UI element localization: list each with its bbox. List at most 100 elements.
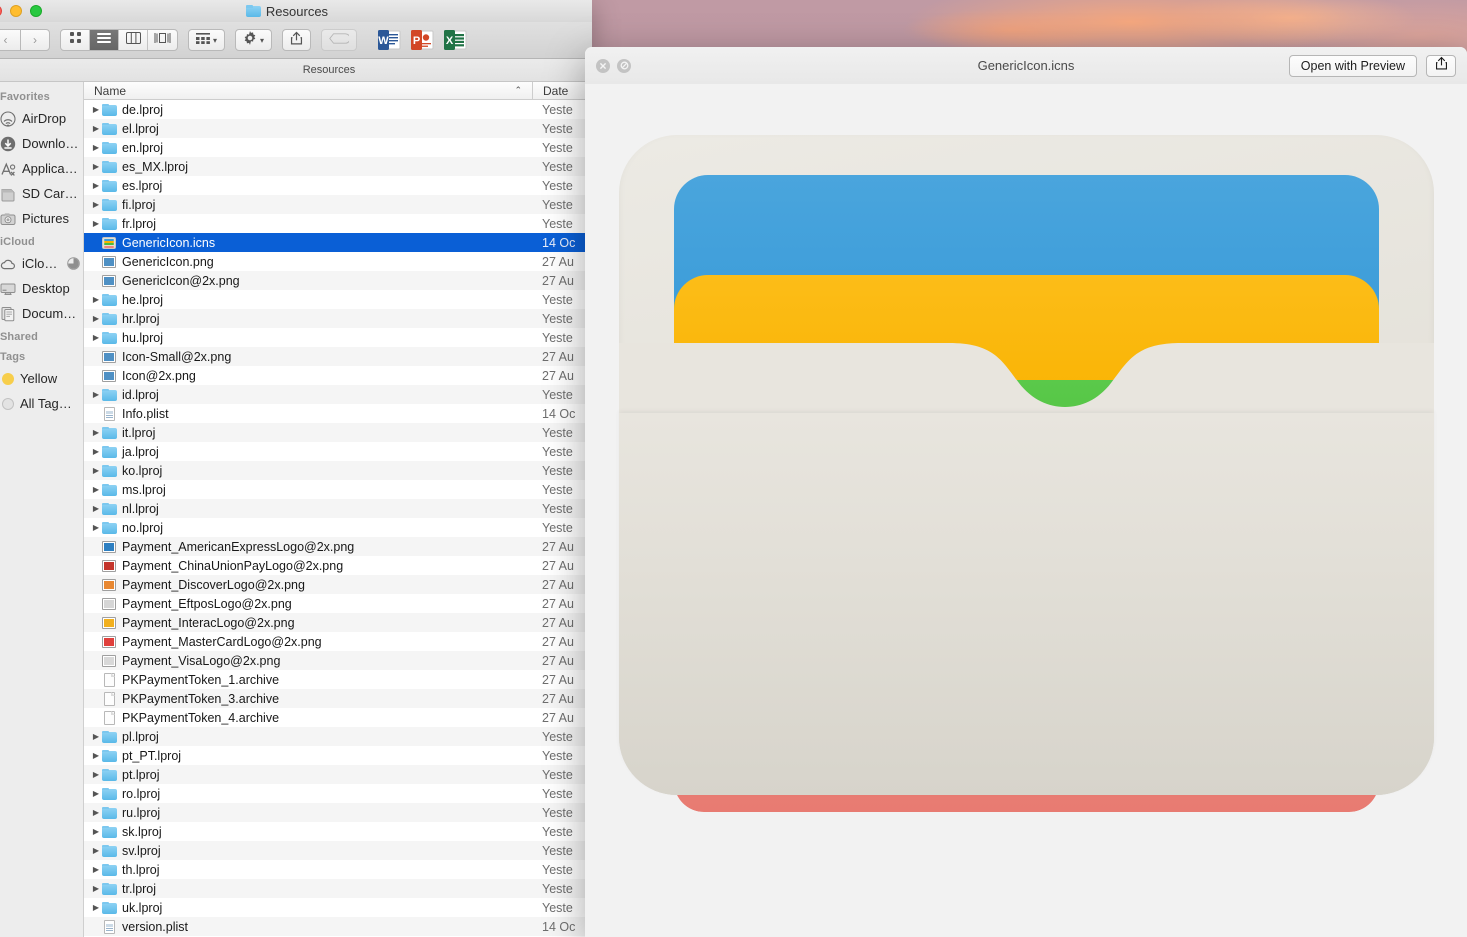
- excel-icon[interactable]: X: [443, 28, 467, 52]
- sidebar-item-pictures[interactable]: Pictures: [0, 206, 83, 231]
- table-row[interactable]: Icon-Small@2x.png 27 Au: [84, 347, 592, 366]
- table-row[interactable]: Icon@2x.png 27 Au: [84, 366, 592, 385]
- column-header-date[interactable]: Date: [532, 82, 592, 99]
- table-row[interactable]: ▶ ms.lproj Yeste: [84, 480, 592, 499]
- table-row[interactable]: ▶ de.lproj Yeste: [84, 100, 592, 119]
- minimize-window-button[interactable]: [10, 5, 22, 17]
- disclosure-triangle-icon[interactable]: ▶: [84, 295, 100, 304]
- table-row[interactable]: ▶ hr.lproj Yeste: [84, 309, 592, 328]
- table-row[interactable]: Payment_ChinaUnionPayLogo@2x.png 27 Au: [84, 556, 592, 575]
- disclosure-triangle-icon[interactable]: ▶: [84, 523, 100, 532]
- table-row[interactable]: ▶ fi.lproj Yeste: [84, 195, 592, 214]
- table-row[interactable]: ▶ es.lproj Yeste: [84, 176, 592, 195]
- table-row[interactable]: ▶ th.lproj Yeste: [84, 860, 592, 879]
- sidebar-item-sdcar[interactable]: SD Car…: [0, 181, 83, 206]
- forward-button[interactable]: ›: [20, 29, 50, 51]
- table-row[interactable]: ▶ no.lproj Yeste: [84, 518, 592, 537]
- coverflow-view-button[interactable]: [148, 30, 177, 50]
- disclosure-triangle-icon[interactable]: ▶: [84, 751, 100, 760]
- tags-button[interactable]: [321, 29, 358, 51]
- table-row[interactable]: ▶ pl.lproj Yeste: [84, 727, 592, 746]
- table-row[interactable]: ▶ id.lproj Yeste: [84, 385, 592, 404]
- table-row[interactable]: ▶ pt.lproj Yeste: [84, 765, 592, 784]
- table-row[interactable]: Payment_EftposLogo@2x.png 27 Au: [84, 594, 592, 613]
- sidebar-item-downlo[interactable]: Downlo…: [0, 131, 83, 156]
- disclosure-triangle-icon[interactable]: ▶: [84, 390, 100, 399]
- quicklook-fullscreen-button[interactable]: [617, 58, 631, 73]
- sidebar-item-applica[interactable]: Applica…: [0, 156, 83, 181]
- disclosure-triangle-icon[interactable]: ▶: [84, 162, 100, 171]
- table-row[interactable]: version.plist 14 Oc: [84, 917, 592, 936]
- table-row[interactable]: ▶ uk.lproj Yeste: [84, 898, 592, 917]
- disclosure-triangle-icon[interactable]: ▶: [84, 105, 100, 114]
- disclosure-triangle-icon[interactable]: ▶: [84, 428, 100, 437]
- disclosure-triangle-icon[interactable]: ▶: [84, 333, 100, 342]
- list-view-button[interactable]: [90, 30, 119, 50]
- table-row[interactable]: PKPaymentToken_4.archive 27 Au: [84, 708, 592, 727]
- zoom-window-button[interactable]: [30, 5, 42, 17]
- table-row[interactable]: ▶ sk.lproj Yeste: [84, 822, 592, 841]
- column-view-button[interactable]: [119, 30, 148, 50]
- sidebar-item-airdrop[interactable]: AirDrop: [0, 106, 83, 131]
- disclosure-triangle-icon[interactable]: ▶: [84, 447, 100, 456]
- word-icon[interactable]: W: [377, 28, 401, 52]
- column-header-name[interactable]: Name ⌃: [84, 84, 532, 98]
- table-row[interactable]: ▶ ru.lproj Yeste: [84, 803, 592, 822]
- table-row[interactable]: ▶ sv.lproj Yeste: [84, 841, 592, 860]
- table-row[interactable]: ▶ el.lproj Yeste: [84, 119, 592, 138]
- sidebar-item-docum[interactable]: Docum…: [0, 301, 83, 326]
- disclosure-triangle-icon[interactable]: ▶: [84, 865, 100, 874]
- table-row[interactable]: ▶ ja.lproj Yeste: [84, 442, 592, 461]
- table-row[interactable]: ▶ it.lproj Yeste: [84, 423, 592, 442]
- quicklook-close-button[interactable]: [596, 58, 610, 73]
- disclosure-triangle-icon[interactable]: ▶: [84, 181, 100, 190]
- table-row[interactable]: ▶ en.lproj Yeste: [84, 138, 592, 157]
- powerpoint-icon[interactable]: P: [410, 28, 434, 52]
- table-row[interactable]: ▶ pt_PT.lproj Yeste: [84, 746, 592, 765]
- table-row[interactable]: GenericIcon.icns 14 Oc: [84, 233, 592, 252]
- sidebar-item-desktop[interactable]: Desktop: [0, 276, 83, 301]
- disclosure-triangle-icon[interactable]: ▶: [84, 827, 100, 836]
- quicklook-share-button[interactable]: [1426, 54, 1456, 77]
- table-row[interactable]: ▶ ko.lproj Yeste: [84, 461, 592, 480]
- table-row[interactable]: PKPaymentToken_1.archive 27 Au: [84, 670, 592, 689]
- table-row[interactable]: Payment_DiscoverLogo@2x.png 27 Au: [84, 575, 592, 594]
- action-button[interactable]: ▾: [235, 29, 273, 51]
- table-row[interactable]: Payment_InteracLogo@2x.png 27 Au: [84, 613, 592, 632]
- table-row[interactable]: Payment_VisaLogo@2x.png 27 Au: [84, 651, 592, 670]
- arrange-button[interactable]: ▾: [188, 29, 226, 51]
- table-row[interactable]: GenericIcon.png 27 Au: [84, 252, 592, 271]
- table-row[interactable]: ▶ hu.lproj Yeste: [84, 328, 592, 347]
- disclosure-triangle-icon[interactable]: ▶: [84, 219, 100, 228]
- disclosure-triangle-icon[interactable]: ▶: [84, 314, 100, 323]
- disclosure-triangle-icon[interactable]: ▶: [84, 732, 100, 741]
- sidebar-item-iclo[interactable]: iClo…: [0, 251, 83, 276]
- close-window-button[interactable]: [0, 5, 2, 17]
- disclosure-triangle-icon[interactable]: ▶: [84, 466, 100, 475]
- disclosure-triangle-icon[interactable]: ▶: [84, 770, 100, 779]
- table-row[interactable]: Payment_MasterCardLogo@2x.png 27 Au: [84, 632, 592, 651]
- disclosure-triangle-icon[interactable]: ▶: [84, 789, 100, 798]
- table-row[interactable]: PKPaymentToken_3.archive 27 Au: [84, 689, 592, 708]
- table-row[interactable]: GenericIcon@2x.png 27 Au: [84, 271, 592, 290]
- disclosure-triangle-icon[interactable]: ▶: [84, 846, 100, 855]
- table-row[interactable]: Info.plist 14 Oc: [84, 404, 592, 423]
- disclosure-triangle-icon[interactable]: ▶: [84, 124, 100, 133]
- sidebar-item-alltag[interactable]: All Tag…: [0, 391, 83, 416]
- disclosure-triangle-icon[interactable]: ▶: [84, 504, 100, 513]
- disclosure-triangle-icon[interactable]: ▶: [84, 143, 100, 152]
- table-row[interactable]: ▶ es_MX.lproj Yeste: [84, 157, 592, 176]
- icon-view-button[interactable]: [61, 30, 90, 50]
- disclosure-triangle-icon[interactable]: ▶: [84, 903, 100, 912]
- table-row[interactable]: ▶ tr.lproj Yeste: [84, 879, 592, 898]
- disclosure-triangle-icon[interactable]: ▶: [84, 884, 100, 893]
- open-with-preview-button[interactable]: Open with Preview: [1288, 54, 1417, 77]
- disclosure-triangle-icon[interactable]: ▶: [84, 200, 100, 209]
- table-row[interactable]: ▶ he.lproj Yeste: [84, 290, 592, 309]
- disclosure-triangle-icon[interactable]: ▶: [84, 808, 100, 817]
- disclosure-triangle-icon[interactable]: ▶: [84, 485, 100, 494]
- share-button[interactable]: [282, 29, 312, 51]
- table-row[interactable]: ▶ nl.lproj Yeste: [84, 499, 592, 518]
- sidebar-item-yellow[interactable]: Yellow: [0, 366, 83, 391]
- table-row[interactable]: ▶ fr.lproj Yeste: [84, 214, 592, 233]
